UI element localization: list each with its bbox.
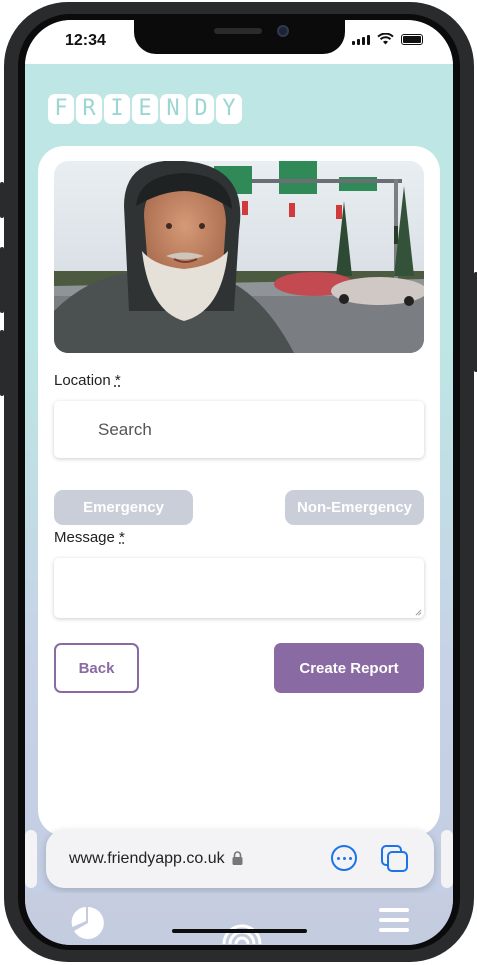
location-label-text: Location [54,372,111,389]
friendy-logo[interactable]: F R I E N D Y [48,94,242,124]
location-search-input[interactable]: Search [54,401,424,458]
logo-letter: R [76,94,102,124]
notch [134,20,345,54]
resize-handle-icon[interactable] [415,609,422,616]
back-label: Back [78,659,115,677]
screen: 12:34 F R I E N D Y Location * Search Em… [25,20,453,945]
emergency-button[interactable]: Emergency [54,490,193,525]
required-marker: * [119,529,125,546]
status-bar: 12:34 [25,20,453,64]
report-form-card: Location * Search Emergency Non-Emergenc… [38,146,440,836]
menu-icon[interactable] [379,906,409,934]
logo-letter: N [160,94,186,124]
logo-letter: E [132,94,158,124]
previous-tab-peek[interactable] [25,830,37,888]
app-bottom-nav [25,893,453,945]
logo-letter: F [48,94,74,124]
create-report-button[interactable]: Create Report [274,643,424,693]
required-marker: * [114,372,121,389]
pie-chart-icon[interactable] [71,906,105,940]
wifi-icon [377,33,394,45]
logo-letter: Y [216,94,242,124]
message-label-text: Message [54,529,115,546]
front-camera [277,25,289,37]
bearded-man-photo [54,161,424,353]
radar-icon[interactable] [221,906,263,945]
speaker [214,28,262,34]
mute-switch [0,182,4,218]
location-label: Location * [54,372,121,389]
hero-image [54,161,424,353]
status-time: 12:34 [65,32,106,49]
non-emergency-label: Non-Emergency [296,499,413,516]
battery-icon [401,34,423,45]
message-textarea[interactable] [54,558,424,618]
tabs-icon[interactable] [381,845,409,873]
volume-down-button [0,330,4,396]
home-indicator[interactable] [172,929,307,933]
browser-address-bar[interactable]: www.friendyapp.co.uk [46,830,434,888]
create-report-label: Create Report [299,659,399,677]
more-icon[interactable] [331,845,357,871]
logo-letter: I [104,94,130,124]
volume-up-button [0,247,4,313]
back-button[interactable]: Back [54,643,139,693]
non-emergency-button[interactable]: Non-Emergency [285,490,424,525]
logo-letter: D [188,94,214,124]
next-tab-peek[interactable] [441,830,453,888]
url-text[interactable]: www.friendyapp.co.uk [69,850,225,868]
message-label: Message * [54,529,125,546]
signal-icon [352,35,370,45]
lock-icon [232,851,243,865]
emergency-label: Emergency [83,499,164,516]
status-icons [352,33,423,45]
search-placeholder: Search [98,419,152,439]
